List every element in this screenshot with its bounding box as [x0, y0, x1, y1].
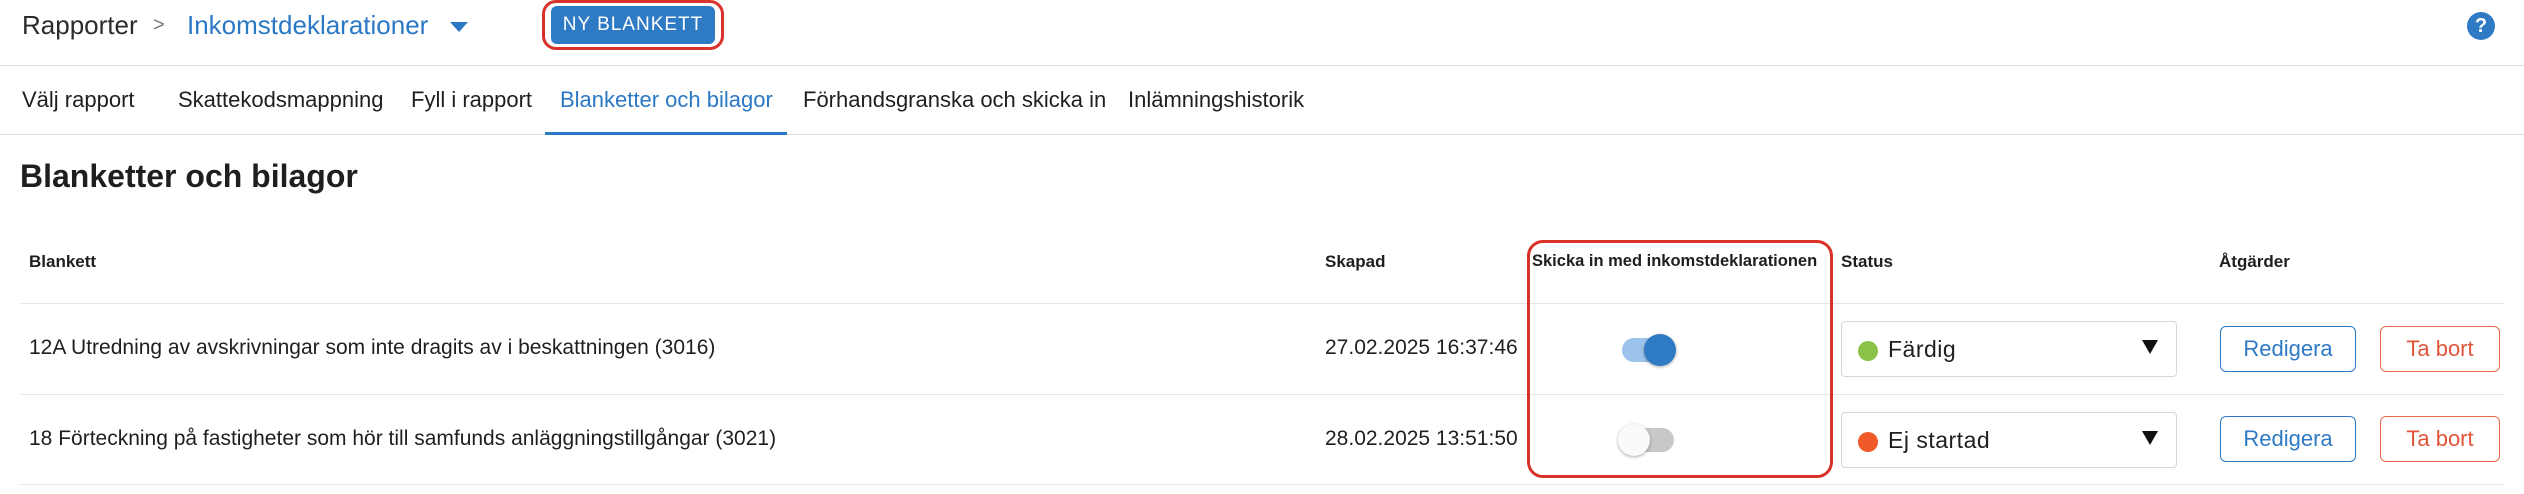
- breadcrumb-current[interactable]: Inkomstdeklarationer: [187, 10, 428, 41]
- tab-forms-and-attachments[interactable]: Blanketter och bilagor: [545, 67, 787, 135]
- delete-button[interactable]: Ta bort: [2380, 326, 2500, 372]
- row-divider: [20, 484, 2504, 485]
- column-header-form: Blankett: [29, 252, 97, 271]
- edit-button[interactable]: Redigera: [2220, 416, 2356, 462]
- breadcrumb-root[interactable]: Rapporter: [22, 10, 138, 41]
- tab-select-report[interactable]: Välj rapport: [22, 67, 162, 135]
- chevron-down-icon[interactable]: [450, 22, 468, 32]
- status-value: Färdig: [1888, 336, 1957, 362]
- delete-button[interactable]: Ta bort: [2380, 416, 2500, 462]
- row-divider: [20, 303, 2504, 304]
- form-name: 18 Förteckning på fastigheter som hör ti…: [29, 427, 777, 450]
- column-header-status: Status: [1841, 252, 1893, 271]
- page-title: Blanketter och bilagor: [20, 158, 358, 194]
- created-date: 28.02.2025 13:51:50: [1325, 427, 1518, 450]
- column-header-actions: Åtgärder: [2219, 252, 2290, 271]
- tab-submission-history[interactable]: Inlämningshistorik: [1128, 67, 1308, 135]
- breadcrumb-separator: >: [153, 14, 165, 36]
- tab-fill-report[interactable]: Fyll i rapport: [411, 67, 537, 135]
- tab-preview-and-submit[interactable]: Förhandsgranska och skicka in: [803, 67, 1106, 135]
- tab-bar: Välj rapport Skattekodsmappning Fyll i r…: [0, 67, 2524, 135]
- new-form-button[interactable]: NY BLANKETT: [551, 6, 715, 44]
- dropdown-arrow-icon: [2142, 431, 2158, 445]
- form-name: 12A Utredning av avskrivningar som inte …: [29, 336, 716, 359]
- status-dot-icon: [1858, 432, 1878, 452]
- status-dot-icon: [1858, 341, 1878, 361]
- column-header-created: Skapad: [1325, 252, 1386, 271]
- row-divider: [20, 394, 2504, 395]
- edit-button[interactable]: Redigera: [2220, 326, 2356, 372]
- tab-tax-code-mapping[interactable]: Skattekodsmappning: [178, 67, 390, 135]
- dropdown-arrow-icon: [2142, 340, 2158, 354]
- top-bar: Rapporter > Inkomstdeklarationer NY BLAN…: [0, 0, 2524, 66]
- created-date: 27.02.2025 16:37:46: [1325, 336, 1518, 359]
- status-select[interactable]: Färdig: [1841, 321, 2177, 377]
- status-value: Ej startad: [1888, 427, 1991, 453]
- help-icon[interactable]: ?: [2467, 12, 2495, 40]
- status-select[interactable]: Ej startad: [1841, 412, 2177, 468]
- submit-column-highlight: [1527, 240, 1833, 478]
